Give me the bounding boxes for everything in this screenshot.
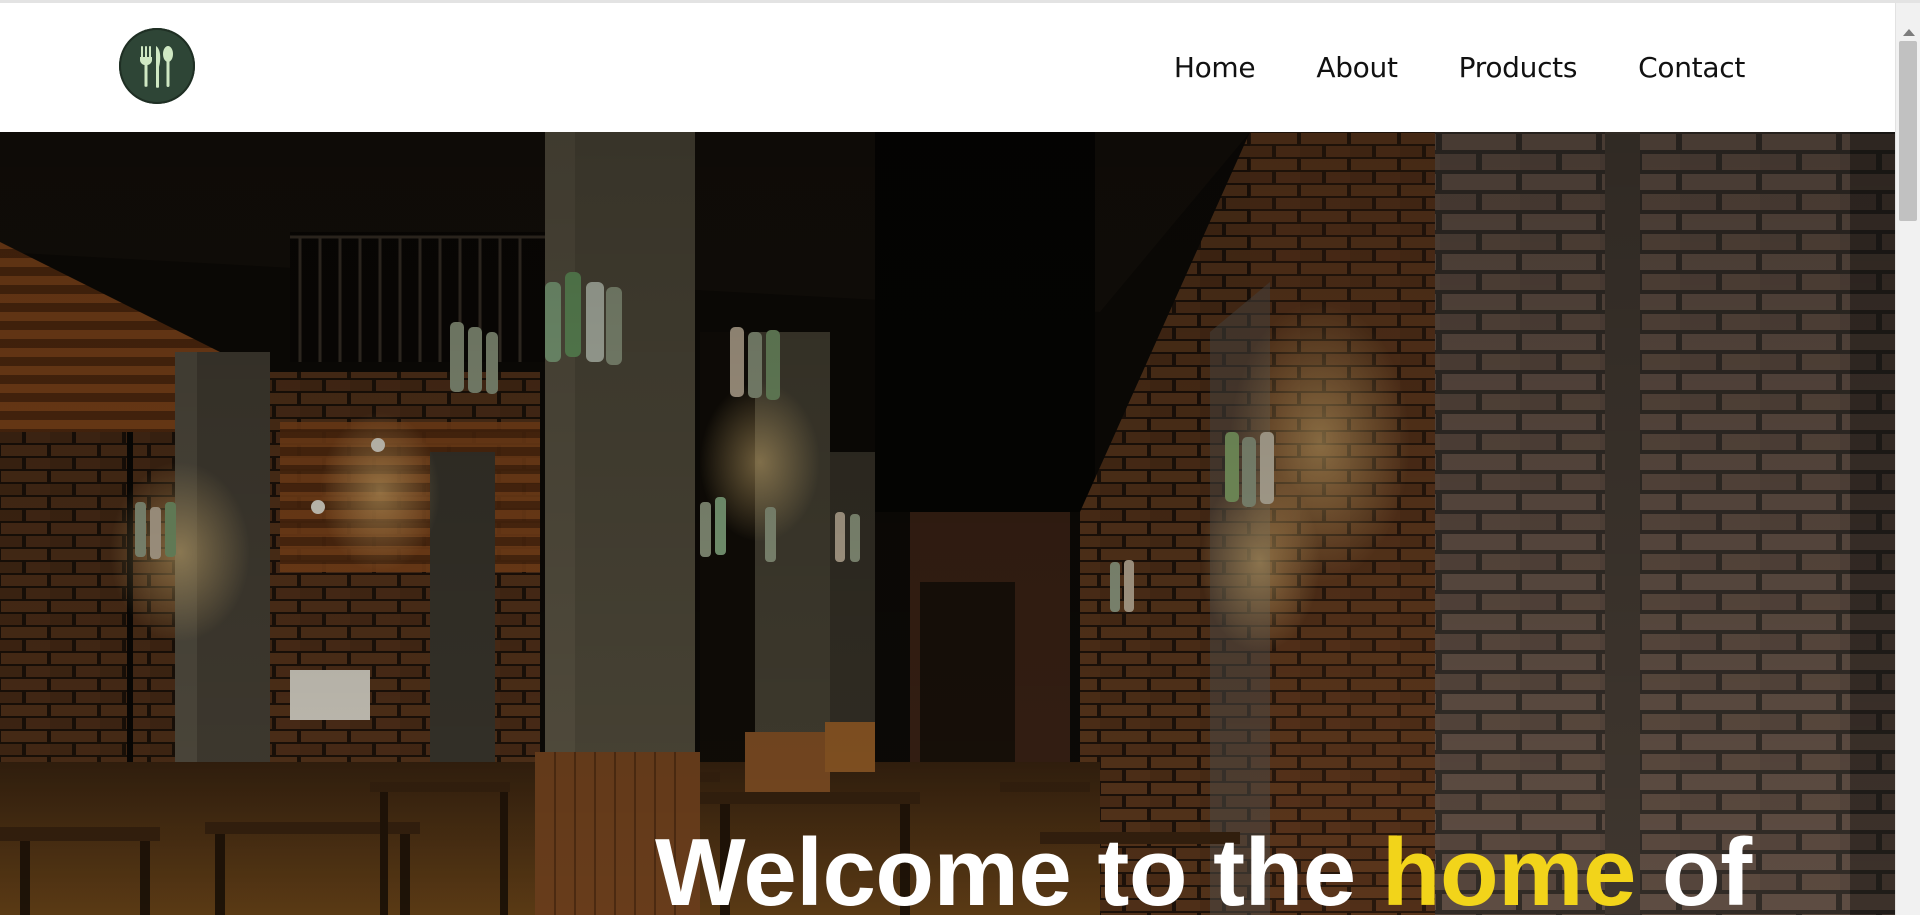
page-scrollbar[interactable] [1895, 3, 1920, 915]
site-header: Home About Products Contact [0, 3, 1895, 132]
hero-title-part1: Welcome to the [655, 819, 1382, 915]
cutlery-icon [140, 46, 173, 88]
scroll-up-arrow-icon[interactable] [1903, 29, 1915, 36]
nav-link-products[interactable]: Products [1459, 51, 1578, 84]
main-nav: Home About Products Contact [1174, 51, 1745, 84]
hero-section: Welcome to the home of [0, 132, 1895, 915]
nav-link-about[interactable]: About [1316, 51, 1398, 84]
hero-title: Welcome to the home of [655, 825, 1752, 915]
nav-link-home[interactable]: Home [1174, 51, 1256, 84]
nav-link-contact[interactable]: Contact [1638, 51, 1745, 84]
site-logo[interactable] [119, 28, 195, 104]
restaurant-interior-image [0, 132, 1895, 915]
page: Home About Products Contact Welcome to t… [0, 0, 1920, 915]
hero-title-accent: home [1381, 819, 1637, 915]
hero-title-part2: of [1635, 819, 1752, 915]
scrollbar-thumb[interactable] [1899, 41, 1917, 221]
